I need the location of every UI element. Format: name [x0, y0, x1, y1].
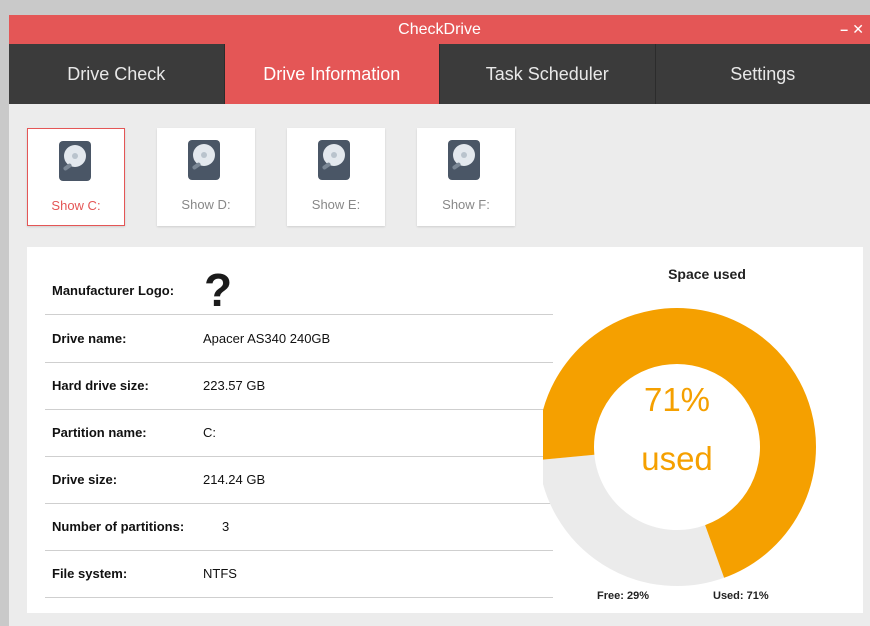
tab-drive-information[interactable]: Drive Information: [224, 44, 440, 104]
hard-drive-icon: [59, 141, 91, 181]
row-file-system: File system: NTFS: [45, 550, 553, 598]
show-c-button[interactable]: Show C:: [27, 128, 125, 226]
app-window: CheckDrive – ✕ Drive Check Drive Informa…: [9, 15, 870, 626]
row-number-of-partitions: Number of partitions: 3: [45, 503, 553, 551]
used-percent-text: 71%: [643, 381, 711, 418]
partition-name-value: C:: [203, 425, 216, 440]
drive-name-value: Apacer AS340 240GB: [203, 331, 331, 346]
drive-info-panel: Manufacturer Logo: ? Drive name: Apacer …: [27, 247, 863, 613]
tab-task-scheduler[interactable]: Task Scheduler: [440, 44, 656, 104]
window-title: CheckDrive: [398, 21, 481, 38]
show-e-button[interactable]: Show E:: [287, 128, 385, 226]
hard-drive-size-value: 223.57 GB: [203, 378, 266, 393]
hard-drive-size-label: Hard drive size:: [52, 378, 149, 393]
unknown-logo-icon: ?: [204, 264, 233, 316]
drive-size-value: 214.24 GB: [203, 472, 266, 487]
row-partition-name: Partition name: C:: [45, 409, 553, 457]
show-f-button[interactable]: Show F:: [417, 128, 515, 226]
manufacturer-logo-label: Manufacturer Logo:: [52, 283, 175, 298]
tab-drive-check[interactable]: Drive Check: [9, 44, 225, 104]
hard-drive-icon: [188, 140, 220, 180]
drive-size-label: Drive size:: [52, 472, 118, 487]
main-tabs: Drive Check Drive Information Task Sched…: [9, 44, 870, 104]
drive-name-label: Drive name:: [52, 331, 127, 346]
row-drive-size: Drive size: 214.24 GB: [45, 456, 553, 504]
hard-drive-icon: [448, 140, 480, 180]
file-system-value: NTFS: [203, 566, 237, 581]
free-space-label: Free: 29%: [597, 590, 649, 602]
row-hard-drive-size: Hard drive size: 223.57 GB: [45, 362, 553, 410]
close-button[interactable]: ✕: [852, 15, 864, 44]
partition-name-label: Partition name:: [52, 425, 147, 440]
drive-label-d: Show D:: [181, 197, 231, 212]
drive-label-c: Show C:: [51, 198, 101, 213]
tab-settings[interactable]: Settings: [656, 44, 870, 104]
number-of-partitions-label: Number of partitions:: [52, 519, 185, 534]
title-bar[interactable]: CheckDrive – ✕: [9, 15, 870, 44]
drive-label-e: Show E:: [311, 197, 361, 212]
row-drive-name: Drive name: Apacer AS340 240GB: [45, 315, 553, 363]
row-manufacturer-logo: Manufacturer Logo: ?: [45, 264, 553, 316]
used-space-label: Used: 71%: [713, 590, 769, 602]
file-system-label: File system:: [52, 566, 128, 581]
minimize-button[interactable]: –: [840, 15, 848, 44]
number-of-partitions-value: 3: [222, 519, 230, 534]
drive-label-f: Show F:: [442, 197, 490, 212]
show-d-button[interactable]: Show D:: [157, 128, 255, 226]
used-word-text: used: [641, 440, 713, 477]
space-used-donut: [543, 308, 816, 586]
hard-drive-icon: [318, 140, 350, 180]
